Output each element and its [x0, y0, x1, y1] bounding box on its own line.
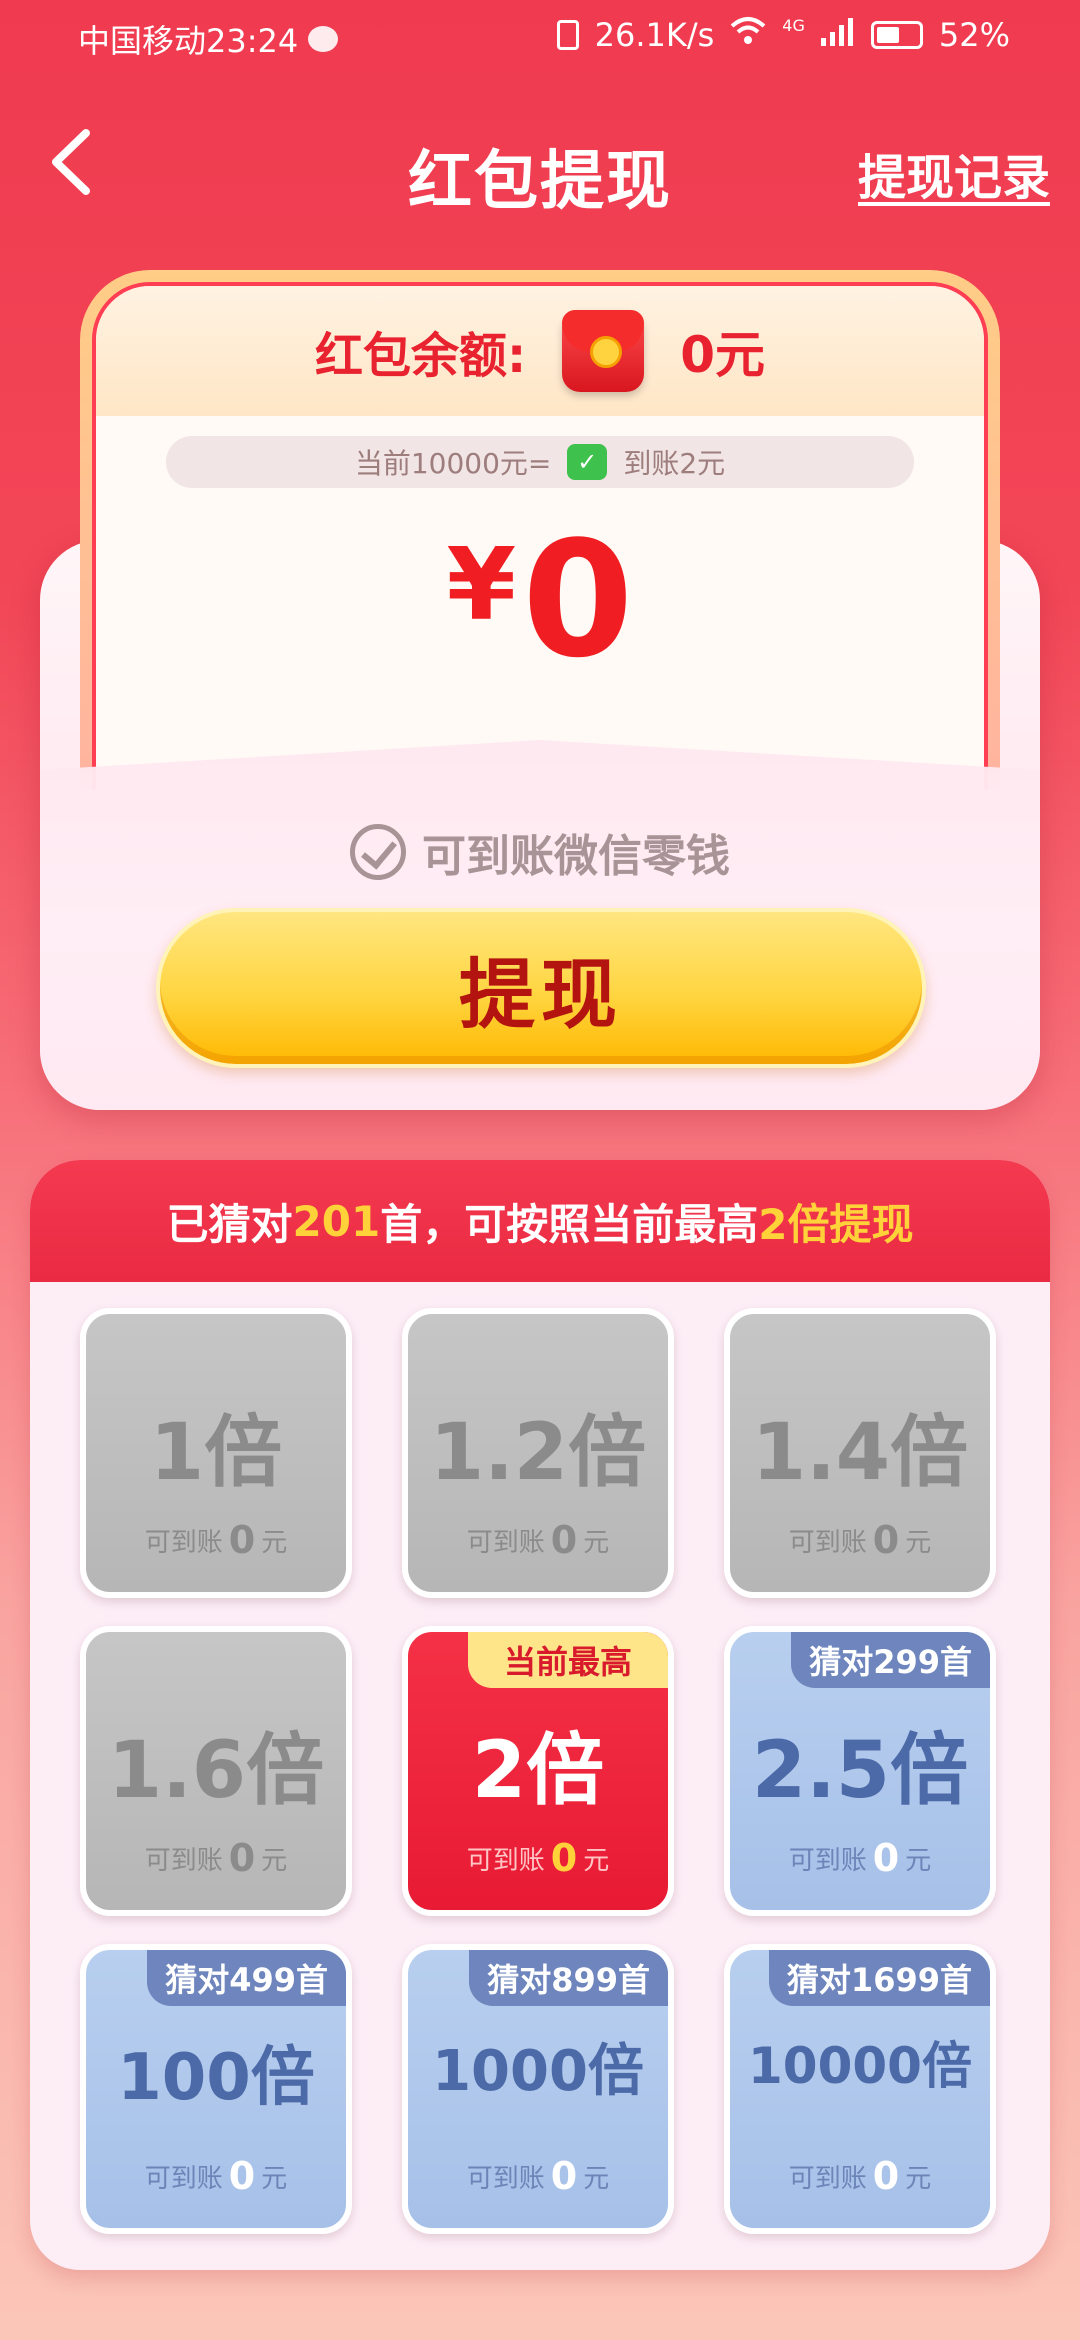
current-max-multiplier: 2倍提现: [758, 1199, 914, 1249]
multiplier-card-100x[interactable]: 猜对499首 100倍 可到账 0 元: [80, 1944, 352, 2234]
payout-amount: 0: [550, 1836, 578, 1880]
payout-label: 可到账: [466, 1846, 545, 1876]
multiplier-payout: 可到账 0 元: [408, 1836, 668, 1880]
wifi-icon: [730, 16, 766, 54]
unlock-requirement-badge: 猜对299首: [791, 1632, 990, 1688]
multiplier-payout: 可到账 0 元: [730, 1836, 990, 1880]
multiplier-payout: 可到账 0 元: [730, 1518, 990, 1562]
payout-amount: 0: [228, 1518, 256, 1562]
multiplier-card-1x[interactable]: 1倍 可到账 0 元: [80, 1308, 352, 1598]
payout-unit: 元: [583, 1528, 610, 1558]
head-middle: 首，可按照当前最高: [380, 1199, 759, 1249]
payout-amount: 0: [228, 2154, 256, 2198]
payout-amount: 0: [550, 1518, 578, 1562]
payout-unit: 元: [261, 1528, 288, 1558]
payout-label: 可到账: [466, 2164, 545, 2194]
unlock-requirement-badge: 猜对1699首: [768, 1950, 990, 2006]
payout-amount: 0: [872, 1518, 900, 1562]
vibrate-icon: [556, 20, 579, 50]
balance-amount: 0元: [680, 326, 765, 384]
multiplier-value: 1.4倍: [751, 1408, 969, 1498]
payout-label: 可到账: [144, 2164, 223, 2194]
carrier-time: 中国移动23:24: [78, 22, 299, 60]
multiplier-grid: 1倍 可到账 0 元 1.2倍 可到账 0 元 1.4倍 可到账 0 元 1.6倍 可到账 0…: [80, 1308, 1000, 2238]
wechat-notification-icon: [308, 26, 339, 52]
multiplier-panel-header: 已猜对 201 首，可按照当前最高 2倍提现: [30, 1160, 1050, 1282]
unlock-requirement-badge: 猜对899首: [469, 1950, 668, 2006]
payout-unit: 元: [261, 1846, 288, 1876]
payout-unit: 元: [905, 1846, 932, 1876]
status-right: 26.1K/s 4G 52%: [556, 15, 1010, 54]
multiplier-payout: 可到账 0 元: [730, 2154, 990, 2198]
multiplier-card-2.5x[interactable]: 猜对299首 2.5倍 可到账 0 元: [724, 1626, 996, 1916]
wechat-pay-icon: ✓: [567, 444, 608, 480]
multiplier-value: 1.2倍: [429, 1408, 647, 1498]
current-highest-badge: 当前最高: [468, 1632, 668, 1688]
multiplier-card-10000x[interactable]: 猜对1699首 10000倍 可到账 0 元: [724, 1944, 996, 2234]
multiplier-value: 1000倍: [432, 2039, 644, 2104]
payout-amount: 0: [872, 2154, 900, 2198]
multiplier-value: 2倍: [471, 1726, 605, 1816]
withdraw-button[interactable]: 提现: [156, 908, 926, 1068]
balance-paper-inner: 红包余额: 0元 当前10000元= ✓ 到账2元 ¥0: [92, 282, 988, 790]
big-amount-value: 0: [522, 506, 634, 693]
status-left: 中国移动23:24: [78, 16, 339, 62]
cell-signal-icon: [820, 16, 855, 54]
payout-amount: 0: [872, 1836, 900, 1880]
payout-unit: 元: [583, 1846, 610, 1876]
payout-unit: 元: [905, 1528, 932, 1558]
multiplier-value: 2.5倍: [751, 1726, 969, 1816]
guessed-count: 201: [292, 1196, 381, 1246]
multiplier-value: 1倍: [149, 1408, 283, 1498]
multiplier-payout: 可到账 0 元: [408, 2154, 668, 2198]
header: 红包提现 提现记录: [0, 100, 1080, 220]
payout-unit: 元: [583, 2164, 610, 2194]
exchange-rate-pill: 当前10000元= ✓ 到账2元: [166, 436, 914, 488]
check-circle-icon: [350, 824, 406, 880]
multiplier-payout: 可到账 0 元: [408, 1518, 668, 1562]
balance-paper: 红包余额: 0元 当前10000元= ✓ 到账2元 ¥0: [80, 270, 1000, 790]
big-amount: ¥0: [96, 506, 984, 693]
payout-label: 可到账: [788, 1846, 867, 1876]
status-bar: 中国移动23:24 26.1K/s 4G 52%: [0, 0, 1080, 76]
net-speed: 26.1K/s: [594, 16, 715, 54]
rate-suffix: 到账2元: [623, 447, 726, 480]
multiplier-card-1000x[interactable]: 猜对899首 1000倍 可到账 0 元: [402, 1944, 674, 2234]
payout-label: 可到账: [788, 2164, 867, 2194]
battery-level: 52%: [938, 16, 1010, 54]
unlock-requirement-badge: 猜对499首: [147, 1950, 346, 2006]
payout-label: 可到账: [144, 1846, 223, 1876]
withdraw-records-link[interactable]: 提现记录: [858, 138, 1050, 208]
multiplier-value: 10000倍: [748, 2037, 972, 2095]
payout-label: 可到账: [144, 1528, 223, 1558]
payout-amount: 0: [550, 2154, 578, 2198]
network-type: 4G: [782, 15, 805, 35]
multiplier-card-1.4x[interactable]: 1.4倍 可到账 0 元: [724, 1308, 996, 1598]
wechat-change-option[interactable]: 可到账微信零钱: [40, 820, 1040, 884]
red-envelope-icon: [562, 310, 645, 392]
payout-label: 可到账: [788, 1528, 867, 1558]
payout-unit: 元: [261, 2164, 288, 2194]
multiplier-payout: 可到账 0 元: [86, 1836, 346, 1880]
payout-amount: 0: [228, 1836, 256, 1880]
payout-unit: 元: [905, 2164, 932, 2194]
multiplier-panel: 已猜对 201 首，可按照当前最高 2倍提现 1倍 可到账 0 元 1.2倍 可到账 0 元 …: [30, 1160, 1050, 2270]
multiplier-value: 1.6倍: [107, 1726, 325, 1816]
currency-symbol: ¥: [446, 526, 517, 643]
balance-label: 红包余额:: [315, 328, 527, 384]
balance-bar: 红包余额: 0元: [96, 286, 984, 416]
multiplier-payout: 可到账 0 元: [86, 2154, 346, 2198]
envelope-flap: 可到账微信零钱 提现: [40, 740, 1040, 1110]
multiplier-payout: 可到账 0 元: [86, 1518, 346, 1562]
multiplier-card-1.2x[interactable]: 1.2倍 可到账 0 元: [402, 1308, 674, 1598]
head-prefix: 已猜对: [166, 1199, 293, 1249]
battery-icon: [870, 21, 923, 49]
multiplier-value: 100倍: [117, 2041, 315, 2115]
wechat-change-label: 可到账微信零钱: [422, 831, 730, 882]
rate-prefix: 当前10000元=: [354, 447, 552, 480]
payout-label: 可到账: [466, 1528, 545, 1558]
multiplier-card-1.6x[interactable]: 1.6倍 可到账 0 元: [80, 1626, 352, 1916]
multiplier-card-2x-current[interactable]: 当前最高 2倍 可到账 0 元: [402, 1626, 674, 1916]
